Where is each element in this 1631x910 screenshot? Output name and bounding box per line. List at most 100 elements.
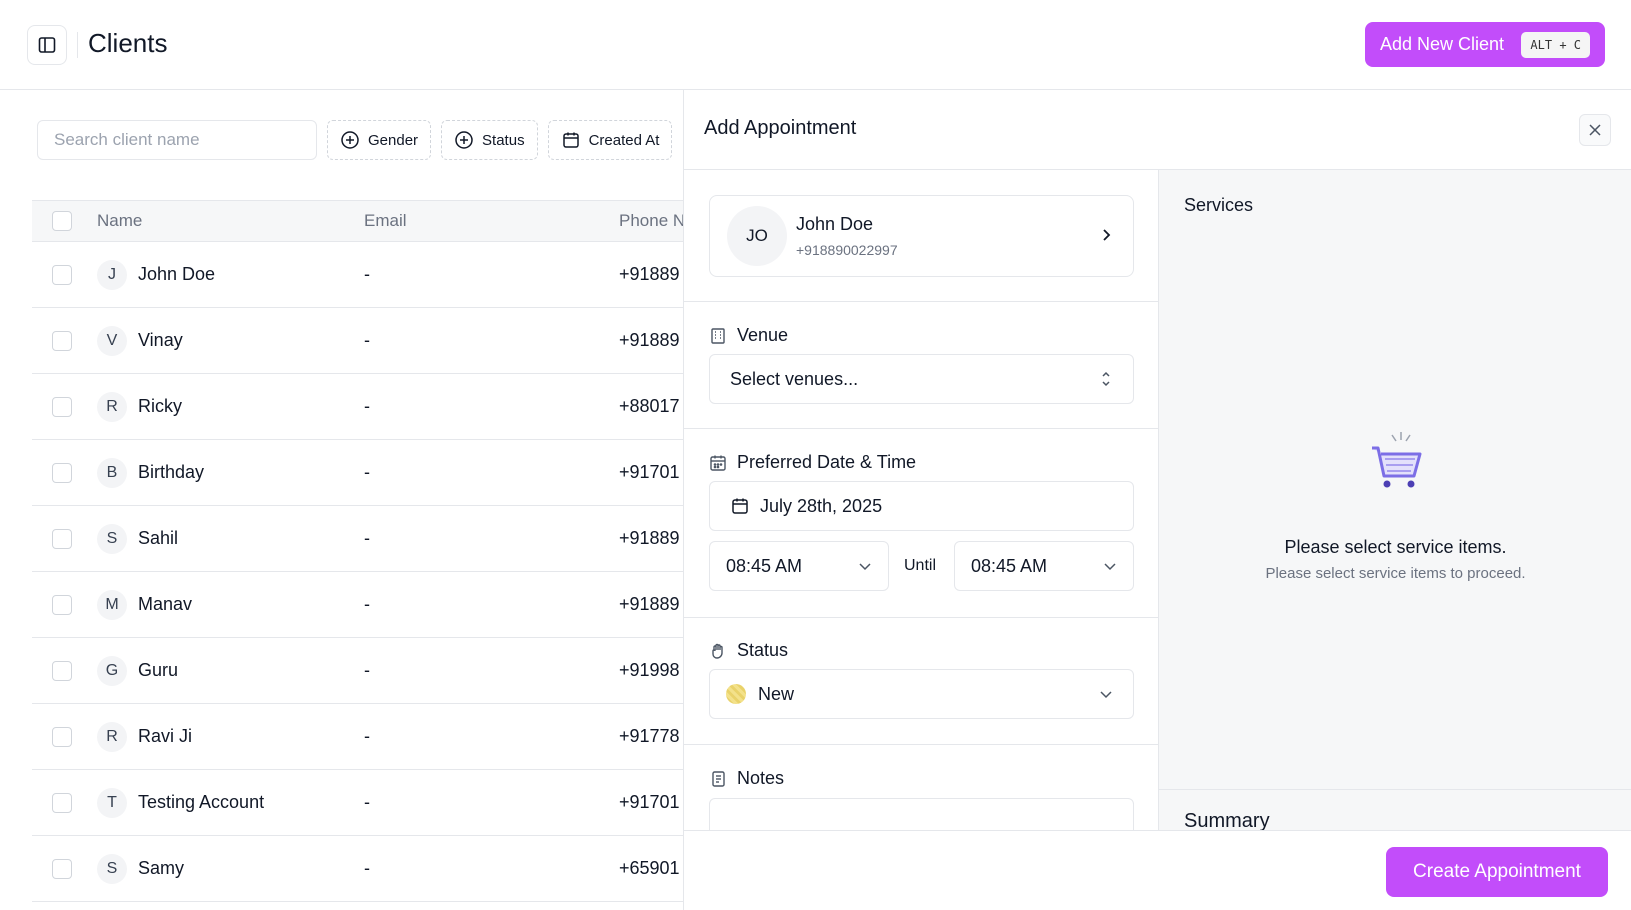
calendar-days-icon — [710, 455, 726, 471]
client-email: - — [364, 264, 370, 284]
client-name: Testing Account — [138, 792, 265, 812]
table-row[interactable]: T Testing Account - +91701 — [32, 770, 692, 836]
services-empty-subtitle: Please select service items to proceed. — [1265, 565, 1526, 582]
sidebar-toggle-button[interactable] — [27, 25, 67, 65]
row-checkbox[interactable] — [52, 529, 72, 549]
avatar: J — [97, 260, 127, 290]
chevrons-up-down-icon — [1102, 371, 1110, 387]
filter-status-label: Status — [482, 131, 525, 149]
end-time-select[interactable]: 08:45 AM — [954, 541, 1134, 591]
date-picker[interactable]: July 28th, 2025 — [709, 481, 1134, 531]
selected-client-card[interactable]: JO John Doe +918890022997 — [709, 195, 1134, 277]
notes-textarea[interactable] — [709, 798, 1134, 830]
notes-icon — [712, 770, 725, 787]
client-email: - — [364, 462, 370, 482]
filter-status-button[interactable]: Status — [441, 120, 538, 160]
client-name: Manav — [138, 594, 193, 614]
table-row[interactable]: S Samy - +65901 — [32, 836, 692, 902]
notes-label: Notes — [709, 768, 784, 789]
avatar: R — [97, 722, 127, 752]
column-header-phone[interactable]: Phone N — [619, 211, 685, 231]
filter-gender-button[interactable]: Gender — [327, 120, 432, 160]
column-header-email[interactable]: Email — [364, 211, 407, 231]
calendar-icon — [562, 132, 579, 148]
client-phone: +91889 — [619, 330, 680, 350]
summary-panel: Summary — [1159, 790, 1631, 830]
client-phone: +65901 — [619, 858, 680, 878]
table-row[interactable]: S Sahil - +91889 — [32, 506, 692, 572]
status-value: New — [758, 683, 795, 704]
datetime-label: Preferred Date & Time — [709, 452, 916, 473]
filter-created-at-button[interactable]: Created At — [547, 120, 673, 160]
client-phone: +91998 — [619, 660, 680, 680]
chevron-down-icon — [1104, 563, 1116, 571]
table-row[interactable]: R Ricky - +88017 — [32, 374, 692, 440]
create-appointment-button[interactable]: Create Appointment — [1386, 847, 1608, 897]
add-new-client-button[interactable]: Add New Client ALT + C — [1365, 22, 1605, 67]
status-selected: New — [726, 684, 794, 705]
avatar: V — [97, 326, 127, 356]
add-appointment-drawer: Add Appointment JO John Doe +91889002299… — [683, 90, 1631, 910]
section-divider — [684, 428, 1158, 429]
services-title: Services — [1184, 195, 1254, 215]
client-email: - — [364, 330, 370, 350]
filter-gender-label: Gender — [368, 131, 419, 149]
row-checkbox[interactable] — [52, 793, 72, 813]
client-phone: +88017 — [619, 396, 680, 416]
filter-toolbar: Gender Status Created At — [37, 120, 673, 160]
avatar: M — [97, 590, 127, 620]
status-select[interactable]: New — [709, 669, 1134, 719]
table-row[interactable]: V Vinay - +91889 — [32, 308, 692, 374]
row-checkbox[interactable] — [52, 265, 72, 285]
select-all-checkbox[interactable] — [52, 211, 72, 231]
close-icon — [1589, 124, 1601, 136]
until-label: Until — [904, 557, 937, 574]
column-header-name[interactable]: Name — [97, 211, 142, 231]
start-time-select[interactable]: 08:45 AM — [709, 541, 889, 591]
row-checkbox[interactable] — [52, 859, 72, 879]
avatar: S — [97, 854, 127, 884]
client-name: Guru — [138, 660, 179, 680]
client-name: Sahil — [138, 528, 179, 548]
avatar: S — [97, 524, 127, 554]
services-panel: Services Please select service items. Pl… — [1159, 170, 1631, 790]
avatar: B — [97, 458, 127, 488]
row-checkbox[interactable] — [52, 727, 72, 747]
chevron-right-icon — [1103, 229, 1111, 241]
client-name: Ravi Ji — [138, 726, 193, 746]
row-checkbox[interactable] — [52, 595, 72, 615]
row-checkbox[interactable] — [52, 463, 72, 483]
summary-title: Summary — [1184, 810, 1270, 830]
client-email: - — [364, 528, 370, 548]
end-time-value: 08:45 AM — [971, 555, 1048, 576]
client-phone: +91889 — [619, 528, 680, 548]
venue-placeholder: Select venues... — [730, 368, 859, 389]
top-bar: Clients Add New Client ALT + C — [0, 0, 1631, 90]
venue-select[interactable]: Select venues... — [709, 354, 1134, 404]
search-client-input[interactable] — [37, 120, 317, 160]
table-row[interactable]: B Birthday - +91701 — [32, 440, 692, 506]
row-checkbox[interactable] — [52, 331, 72, 351]
table-row[interactable]: R Ravi Ji - +91778 — [32, 704, 692, 770]
sidebar-icon — [38, 37, 56, 53]
close-button[interactable] — [1579, 114, 1611, 146]
chevron-down-icon — [1100, 691, 1112, 699]
filter-created-at-label: Created At — [588, 131, 660, 149]
client-email: - — [364, 594, 370, 614]
clients-table: Name Email Phone N J John Doe - +91889 V… — [32, 200, 692, 902]
client-email: - — [364, 858, 370, 878]
chevron-down-icon — [859, 563, 871, 571]
start-time-value: 08:45 AM — [726, 555, 803, 576]
services-empty-title: Please select service items. — [1284, 537, 1507, 557]
row-checkbox[interactable] — [52, 661, 72, 681]
table-row[interactable]: M Manav - +91889 — [32, 572, 692, 638]
selected-client-name: John Doe — [796, 214, 874, 234]
table-row[interactable]: J John Doe - +91889 — [32, 242, 692, 308]
row-checkbox[interactable] — [52, 397, 72, 417]
venue-label: Venue — [709, 325, 788, 346]
client-email: - — [364, 660, 370, 680]
notes-label-text: Notes — [737, 768, 785, 788]
client-email: - — [364, 726, 370, 746]
table-row[interactable]: G Guru - +91998 — [32, 638, 692, 704]
client-name: Ricky — [138, 396, 182, 416]
